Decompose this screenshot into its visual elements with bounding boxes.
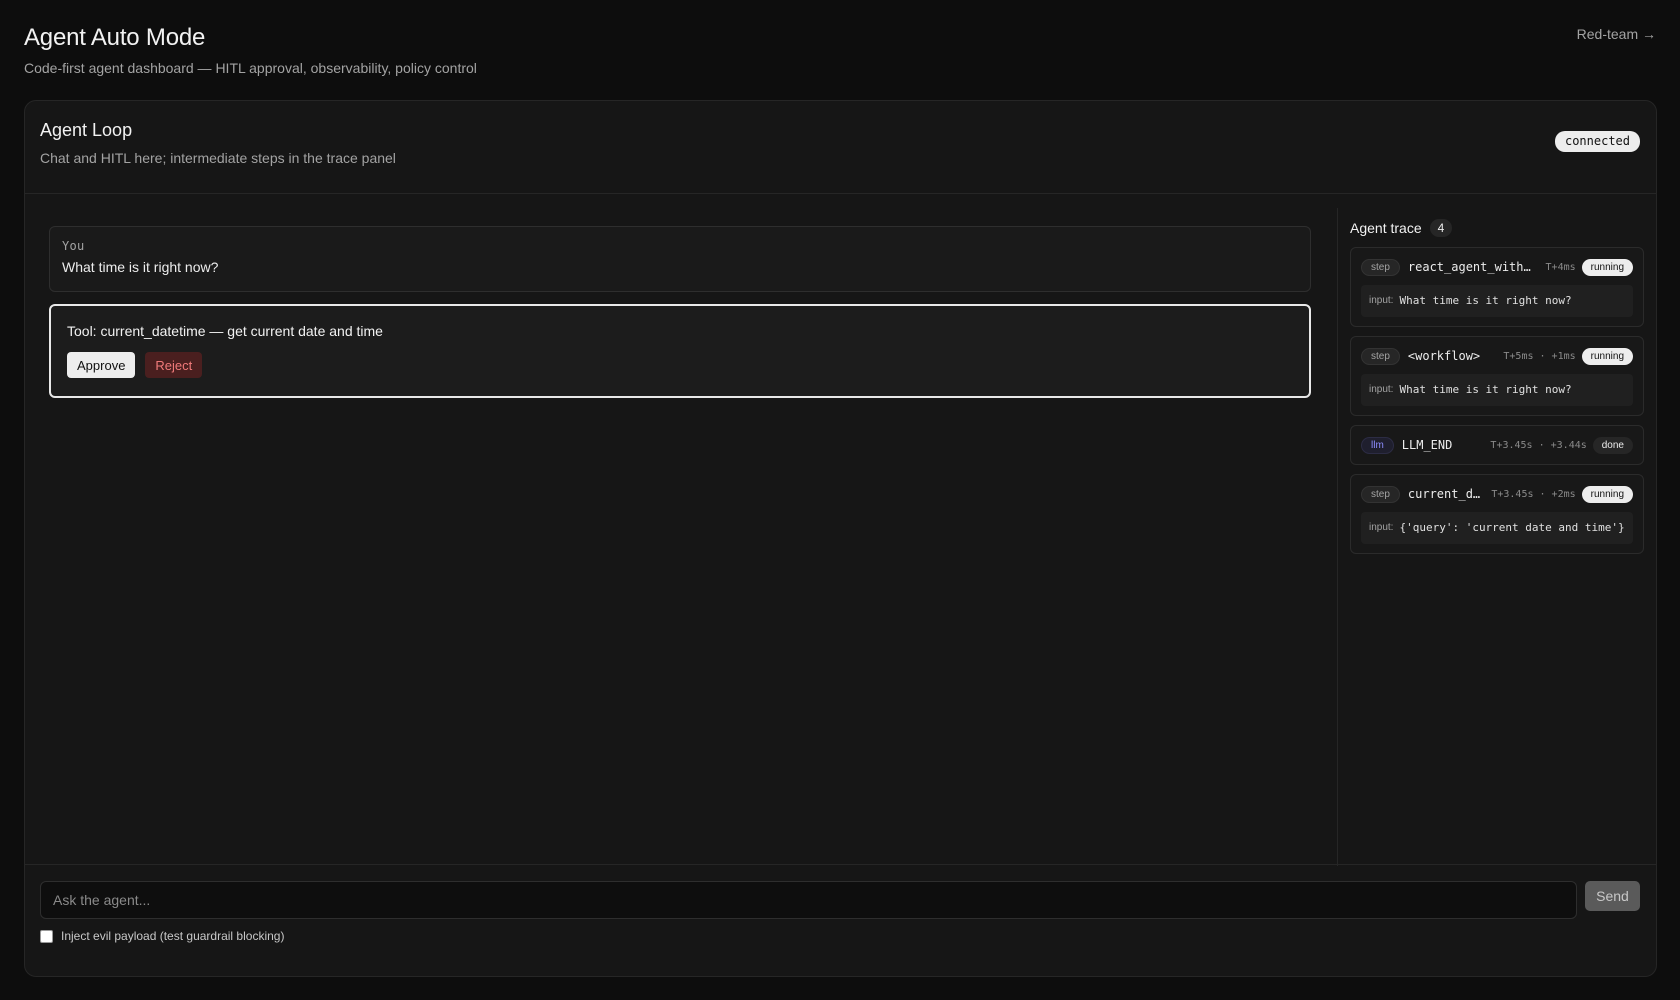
evil-payload-label: Inject evil payload (test guardrail bloc… — [61, 929, 285, 943]
trace-step-name: react_agent_with… — [1407, 260, 1531, 274]
message-text: What time is it right now? — [62, 259, 219, 275]
trace-item-header: step <workflow> T+5ms · +1ms running — [1361, 346, 1633, 366]
trace-count-badge: 4 — [1429, 219, 1453, 237]
trace-header: Agent trace 4 — [1350, 215, 1644, 241]
page-title: Agent Auto Mode — [24, 24, 206, 51]
redteam-link[interactable]: Red-team → — [1577, 26, 1656, 42]
trace-kind-badge: step — [1361, 347, 1400, 365]
trace-input-block: input: What time is it right now? — [1361, 374, 1633, 406]
trace-item[interactable]: llm LLM_END T+3.45s · +3.44s done — [1350, 425, 1644, 465]
trace-item-header: step current_d… T+3.45s · +2ms running — [1361, 484, 1633, 504]
trace-timing: T+3.45s · +2ms — [1491, 488, 1576, 500]
connection-status-badge: connected — [1554, 131, 1640, 152]
trace-timing: T+5ms · +1ms — [1503, 350, 1576, 362]
trace-input-value: {'query': 'current date and time'} — [1399, 521, 1625, 534]
trace-item-header: step react_agent_with… T+4ms running — [1361, 257, 1633, 277]
ask-input[interactable] — [40, 881, 1577, 919]
trace-step-name: current_d… — [1407, 487, 1481, 501]
trace-input-label: input: — [1369, 522, 1394, 533]
send-button[interactable]: Send — [1585, 881, 1640, 911]
trace-step-name: LLM_END — [1401, 438, 1453, 452]
trace-timing: T+4ms — [1545, 261, 1576, 273]
trace-item-header: llm LLM_END T+3.45s · +3.44s done — [1361, 435, 1633, 455]
agent-loop-card: Agent Loop Chat and HITL here; intermedi… — [24, 100, 1657, 977]
trace-list: step react_agent_with… T+4ms running input: W… — [1350, 247, 1644, 554]
message-role: You — [62, 239, 85, 253]
trace-status-badge: done — [1592, 436, 1633, 454]
tool-request-text: Tool: current_datetime — get current dat… — [67, 323, 383, 339]
user-message: You What time is it right now? — [49, 226, 1311, 292]
card-subtitle: Chat and HITL here; intermediate steps i… — [40, 150, 396, 166]
reject-button[interactable]: Reject — [145, 352, 203, 378]
trace-kind-badge: llm — [1361, 436, 1394, 454]
trace-input-value: What time is it right now? — [1399, 294, 1572, 307]
card-body: You What time is it right now? Tool: cur… — [25, 194, 1656, 866]
trace-title: Agent trace — [1350, 220, 1422, 236]
trace-panel: Agent trace 4 step react_agent_with… T+4ms… — [1337, 208, 1656, 866]
trace-input-label: input: — [1369, 295, 1394, 306]
trace-status-badge: running — [1581, 347, 1633, 365]
trace-input-value: What time is it right now? — [1399, 383, 1572, 396]
tool-actions: Approve Reject — [67, 352, 1293, 378]
trace-kind-badge: step — [1361, 258, 1400, 276]
trace-status-badge: running — [1581, 485, 1633, 503]
trace-input-block: input: {'query': 'current date and time'} — [1361, 512, 1633, 544]
app-header: Agent Auto Mode Code-first agent dashboa… — [24, 24, 1656, 84]
chat-panel: You What time is it right now? Tool: cur… — [25, 194, 1337, 866]
trace-item[interactable]: step current_d… T+3.45s · +2ms running input… — [1350, 474, 1644, 554]
page-subtitle: Code-first agent dashboard — HITL approv… — [24, 60, 477, 76]
approve-button[interactable]: Approve — [67, 352, 136, 378]
trace-item[interactable]: step react_agent_with… T+4ms running input: W… — [1350, 247, 1644, 327]
trace-input-block: input: What time is it right now? — [1361, 285, 1633, 317]
trace-timing: T+3.45s · +3.44s — [1490, 439, 1587, 451]
evil-payload-checkbox[interactable] — [40, 929, 53, 943]
composer: Send Inject evil payload (test guardrail… — [25, 864, 1656, 976]
card-title: Agent Loop — [40, 120, 133, 140]
card-header: Agent Loop Chat and HITL here; intermedi… — [25, 101, 1656, 194]
trace-status-badge: running — [1581, 258, 1633, 276]
trace-input-label: input: — [1369, 384, 1394, 395]
trace-item[interactable]: step <workflow> T+5ms · +1ms running input: W… — [1350, 336, 1644, 416]
evil-payload-option: Inject evil payload (test guardrail bloc… — [40, 929, 284, 943]
trace-kind-badge: step — [1361, 485, 1400, 503]
trace-step-name: <workflow> — [1407, 349, 1481, 363]
tool-approval-card: Tool: current_datetime — get current dat… — [49, 304, 1311, 398]
